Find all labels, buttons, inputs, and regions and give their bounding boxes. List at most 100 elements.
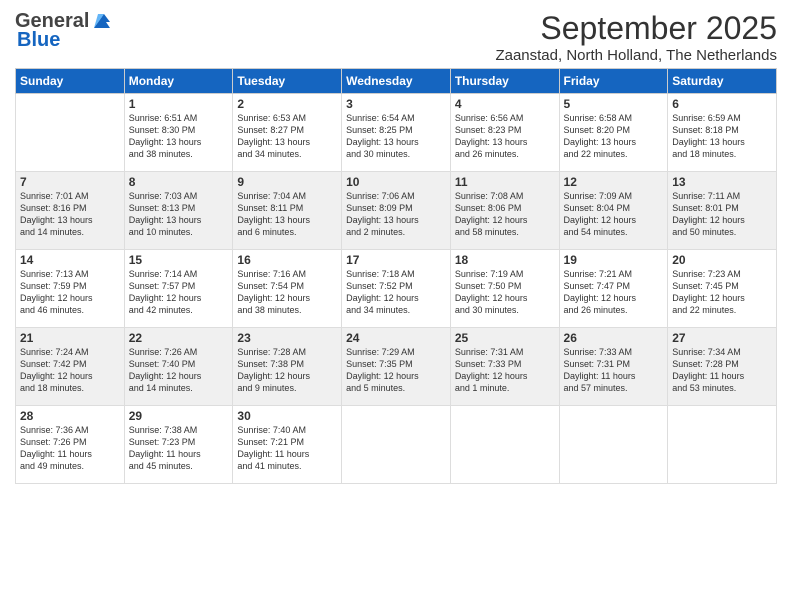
cell-content: Sunrise: 6:59 AM Sunset: 8:18 PM Dayligh… [672, 112, 772, 161]
calendar-cell: 10Sunrise: 7:06 AM Sunset: 8:09 PM Dayli… [342, 172, 451, 250]
day-number: 28 [20, 409, 120, 423]
calendar-week-3: 14Sunrise: 7:13 AM Sunset: 7:59 PM Dayli… [16, 250, 777, 328]
calendar-cell: 18Sunrise: 7:19 AM Sunset: 7:50 PM Dayli… [450, 250, 559, 328]
day-number: 24 [346, 331, 446, 345]
month-title: September 2025 [495, 10, 777, 47]
cell-content: Sunrise: 7:28 AM Sunset: 7:38 PM Dayligh… [237, 346, 337, 395]
cell-content: Sunrise: 7:09 AM Sunset: 8:04 PM Dayligh… [564, 190, 664, 239]
calendar-cell: 27Sunrise: 7:34 AM Sunset: 7:28 PM Dayli… [668, 328, 777, 406]
cell-content: Sunrise: 7:04 AM Sunset: 8:11 PM Dayligh… [237, 190, 337, 239]
calendar-cell: 23Sunrise: 7:28 AM Sunset: 7:38 PM Dayli… [233, 328, 342, 406]
location-title: Zaanstad, North Holland, The Netherlands [495, 47, 777, 64]
day-number: 27 [672, 331, 772, 345]
cell-content: Sunrise: 7:19 AM Sunset: 7:50 PM Dayligh… [455, 268, 555, 317]
day-number: 19 [564, 253, 664, 267]
day-number: 15 [129, 253, 229, 267]
calendar-table: Sunday Monday Tuesday Wednesday Thursday… [15, 68, 777, 484]
cell-content: Sunrise: 7:36 AM Sunset: 7:26 PM Dayligh… [20, 424, 120, 473]
cell-content: Sunrise: 7:03 AM Sunset: 8:13 PM Dayligh… [129, 190, 229, 239]
col-saturday: Saturday [668, 69, 777, 94]
calendar-cell: 8Sunrise: 7:03 AM Sunset: 8:13 PM Daylig… [124, 172, 233, 250]
calendar-week-2: 7Sunrise: 7:01 AM Sunset: 8:16 PM Daylig… [16, 172, 777, 250]
day-number: 18 [455, 253, 555, 267]
cell-content: Sunrise: 6:51 AM Sunset: 8:30 PM Dayligh… [129, 112, 229, 161]
cell-content: Sunrise: 7:40 AM Sunset: 7:21 PM Dayligh… [237, 424, 337, 473]
calendar-cell [342, 406, 451, 484]
calendar-cell: 26Sunrise: 7:33 AM Sunset: 7:31 PM Dayli… [559, 328, 668, 406]
day-number: 4 [455, 97, 555, 111]
calendar-cell: 22Sunrise: 7:26 AM Sunset: 7:40 PM Dayli… [124, 328, 233, 406]
cell-content: Sunrise: 6:53 AM Sunset: 8:27 PM Dayligh… [237, 112, 337, 161]
calendar-cell: 29Sunrise: 7:38 AM Sunset: 7:23 PM Dayli… [124, 406, 233, 484]
calendar-week-4: 21Sunrise: 7:24 AM Sunset: 7:42 PM Dayli… [16, 328, 777, 406]
calendar-cell [450, 406, 559, 484]
day-number: 21 [20, 331, 120, 345]
col-thursday: Thursday [450, 69, 559, 94]
cell-content: Sunrise: 7:18 AM Sunset: 7:52 PM Dayligh… [346, 268, 446, 317]
page: General Blue September 2025 Zaanstad, No… [0, 0, 792, 612]
day-number: 12 [564, 175, 664, 189]
day-number: 6 [672, 97, 772, 111]
cell-content: Sunrise: 7:11 AM Sunset: 8:01 PM Dayligh… [672, 190, 772, 239]
cell-content: Sunrise: 7:06 AM Sunset: 8:09 PM Dayligh… [346, 190, 446, 239]
cell-content: Sunrise: 6:58 AM Sunset: 8:20 PM Dayligh… [564, 112, 664, 161]
cell-content: Sunrise: 7:08 AM Sunset: 8:06 PM Dayligh… [455, 190, 555, 239]
day-number: 30 [237, 409, 337, 423]
header-row: Sunday Monday Tuesday Wednesday Thursday… [16, 69, 777, 94]
cell-content: Sunrise: 7:21 AM Sunset: 7:47 PM Dayligh… [564, 268, 664, 317]
day-number: 3 [346, 97, 446, 111]
day-number: 22 [129, 331, 229, 345]
day-number: 14 [20, 253, 120, 267]
calendar-cell: 6Sunrise: 6:59 AM Sunset: 8:18 PM Daylig… [668, 94, 777, 172]
cell-content: Sunrise: 7:38 AM Sunset: 7:23 PM Dayligh… [129, 424, 229, 473]
calendar-cell: 3Sunrise: 6:54 AM Sunset: 8:25 PM Daylig… [342, 94, 451, 172]
calendar-cell: 13Sunrise: 7:11 AM Sunset: 8:01 PM Dayli… [668, 172, 777, 250]
cell-content: Sunrise: 7:31 AM Sunset: 7:33 PM Dayligh… [455, 346, 555, 395]
day-number: 2 [237, 97, 337, 111]
calendar-cell: 16Sunrise: 7:16 AM Sunset: 7:54 PM Dayli… [233, 250, 342, 328]
day-number: 11 [455, 175, 555, 189]
calendar-cell: 21Sunrise: 7:24 AM Sunset: 7:42 PM Dayli… [16, 328, 125, 406]
calendar-cell: 11Sunrise: 7:08 AM Sunset: 8:06 PM Dayli… [450, 172, 559, 250]
calendar-cell: 12Sunrise: 7:09 AM Sunset: 8:04 PM Dayli… [559, 172, 668, 250]
cell-content: Sunrise: 7:13 AM Sunset: 7:59 PM Dayligh… [20, 268, 120, 317]
day-number: 9 [237, 175, 337, 189]
logo-blue: Blue [17, 29, 60, 52]
calendar-cell: 4Sunrise: 6:56 AM Sunset: 8:23 PM Daylig… [450, 94, 559, 172]
calendar-cell: 9Sunrise: 7:04 AM Sunset: 8:11 PM Daylig… [233, 172, 342, 250]
calendar-cell [16, 94, 125, 172]
calendar-cell: 28Sunrise: 7:36 AM Sunset: 7:26 PM Dayli… [16, 406, 125, 484]
day-number: 20 [672, 253, 772, 267]
calendar-cell: 19Sunrise: 7:21 AM Sunset: 7:47 PM Dayli… [559, 250, 668, 328]
cell-content: Sunrise: 7:26 AM Sunset: 7:40 PM Dayligh… [129, 346, 229, 395]
day-number: 16 [237, 253, 337, 267]
cell-content: Sunrise: 7:01 AM Sunset: 8:16 PM Dayligh… [20, 190, 120, 239]
day-number: 7 [20, 175, 120, 189]
day-number: 23 [237, 331, 337, 345]
day-number: 29 [129, 409, 229, 423]
day-number: 26 [564, 331, 664, 345]
calendar-cell: 14Sunrise: 7:13 AM Sunset: 7:59 PM Dayli… [16, 250, 125, 328]
calendar-cell: 7Sunrise: 7:01 AM Sunset: 8:16 PM Daylig… [16, 172, 125, 250]
col-monday: Monday [124, 69, 233, 94]
header: General Blue September 2025 Zaanstad, No… [15, 10, 777, 64]
calendar-cell [668, 406, 777, 484]
day-number: 5 [564, 97, 664, 111]
logo-area: General Blue [15, 10, 112, 52]
col-wednesday: Wednesday [342, 69, 451, 94]
day-number: 1 [129, 97, 229, 111]
calendar-week-1: 1Sunrise: 6:51 AM Sunset: 8:30 PM Daylig… [16, 94, 777, 172]
col-sunday: Sunday [16, 69, 125, 94]
cell-content: Sunrise: 7:14 AM Sunset: 7:57 PM Dayligh… [129, 268, 229, 317]
cell-content: Sunrise: 7:33 AM Sunset: 7:31 PM Dayligh… [564, 346, 664, 395]
cell-content: Sunrise: 6:54 AM Sunset: 8:25 PM Dayligh… [346, 112, 446, 161]
col-friday: Friday [559, 69, 668, 94]
calendar-cell: 1Sunrise: 6:51 AM Sunset: 8:30 PM Daylig… [124, 94, 233, 172]
day-number: 13 [672, 175, 772, 189]
calendar-cell: 25Sunrise: 7:31 AM Sunset: 7:33 PM Dayli… [450, 328, 559, 406]
calendar-cell: 17Sunrise: 7:18 AM Sunset: 7:52 PM Dayli… [342, 250, 451, 328]
col-tuesday: Tuesday [233, 69, 342, 94]
calendar-cell: 24Sunrise: 7:29 AM Sunset: 7:35 PM Dayli… [342, 328, 451, 406]
day-number: 8 [129, 175, 229, 189]
logo-icon [90, 10, 112, 32]
